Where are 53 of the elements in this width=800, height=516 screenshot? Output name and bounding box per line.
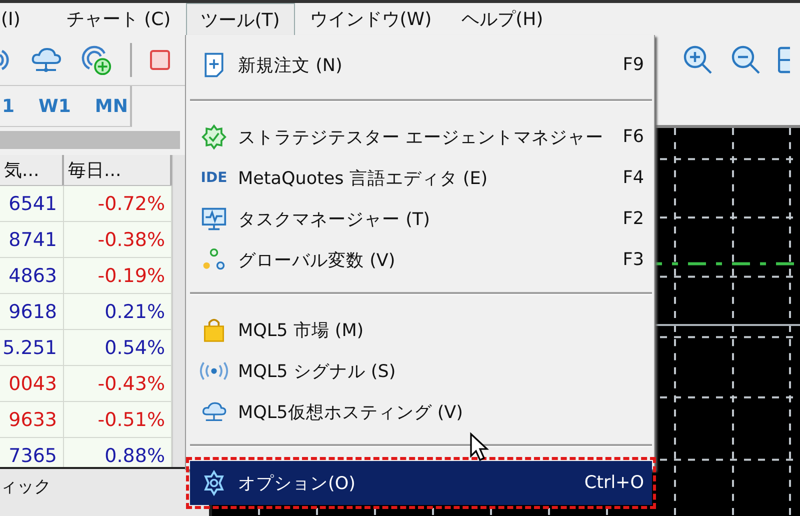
grid-icon[interactable] (778, 44, 790, 76)
menu-item[interactable]: ストラテジテスター エージェントマネジャー F6 (190, 116, 652, 157)
shortcut-text: F4 (622, 168, 644, 188)
menu-item-label: グローバル変数 (V) (238, 250, 396, 272)
table-cell: 9633 (0, 402, 64, 437)
menu-item-label: タスクマネージャー (T) (238, 208, 431, 230)
menu-item[interactable]: (I) (0, 3, 52, 35)
timeframe-button[interactable]: 1 (0, 96, 17, 116)
menu-item[interactable]: チャート (C) (51, 3, 186, 35)
menu-item[interactable]: MQL5仮想ホスティング (V) (190, 391, 652, 432)
menu-item-label: MetaQuotes 言語エディタ (E) (238, 168, 489, 190)
ide-icon: IDE (200, 170, 228, 186)
menu-item-label: 新規注文 (N) (238, 55, 344, 77)
zoom-out-icon[interactable] (730, 44, 762, 76)
timeframe-button[interactable]: W1 (36, 96, 73, 116)
menu-item-label: MQL5仮想ホスティング (V) (238, 402, 464, 424)
table-cell: 6541 (0, 186, 64, 221)
shortcut-text: F3 (622, 250, 644, 270)
table-cell: 4863 (0, 258, 64, 293)
zoom-in-icon[interactable] (682, 44, 714, 76)
menu-item[interactable]: MQL5 シグナル (S) (190, 350, 652, 391)
shortcut-text: Ctrl+O (584, 473, 644, 493)
signal-icon (199, 360, 229, 380)
table-cell: 9618 (0, 294, 64, 329)
menu-item[interactable]: ツール(T) (186, 3, 295, 35)
signal-plus-icon[interactable] (80, 44, 112, 76)
timeframe-button[interactable]: MN (92, 96, 130, 116)
menu-item[interactable]: オプション(O) Ctrl+O (190, 461, 652, 505)
menu-item[interactable]: MQL5 市場 (M) (190, 309, 652, 350)
gear-check-icon (201, 124, 227, 150)
shopping-bag-icon (201, 316, 227, 342)
monitor-pulse-icon (201, 206, 227, 232)
scroll-bar[interactable] (172, 155, 185, 467)
stop-square-icon[interactable] (150, 50, 170, 70)
menu-item[interactable]: IDE MetaQuotes 言語エディタ (E) F4 (190, 157, 652, 198)
table-cell: 5.251 (0, 330, 64, 365)
menu-item-label: MQL5 市場 (M) (238, 320, 365, 342)
menu-item-label: ストラテジテスター エージェントマネジャー (238, 126, 605, 148)
panel-tab[interactable]: ィック (0, 475, 51, 498)
menu-item[interactable]: グローバル変数 (V) F3 (190, 239, 652, 280)
table-cell: 8741 (0, 222, 64, 257)
menu-item[interactable]: タスクマネージャー (T) F2 (190, 198, 652, 239)
menu-item[interactable]: ウインドウ(W) (294, 3, 447, 35)
table-cell: 0043 (0, 366, 64, 401)
gear-icon (201, 470, 227, 496)
menu-item[interactable]: 新規注文 (N) F9 (190, 43, 652, 87)
shortcut-text: F2 (622, 208, 644, 228)
menu-item-label: オプション(O) (238, 473, 356, 495)
menu-item[interactable]: ヘルプ(H) (446, 3, 558, 35)
shortcut-text: F6 (622, 126, 644, 146)
menu-item-label: MQL5 シグナル (S) (238, 360, 397, 382)
dots-icon (201, 246, 227, 272)
shortcut-text: F9 (622, 55, 644, 75)
